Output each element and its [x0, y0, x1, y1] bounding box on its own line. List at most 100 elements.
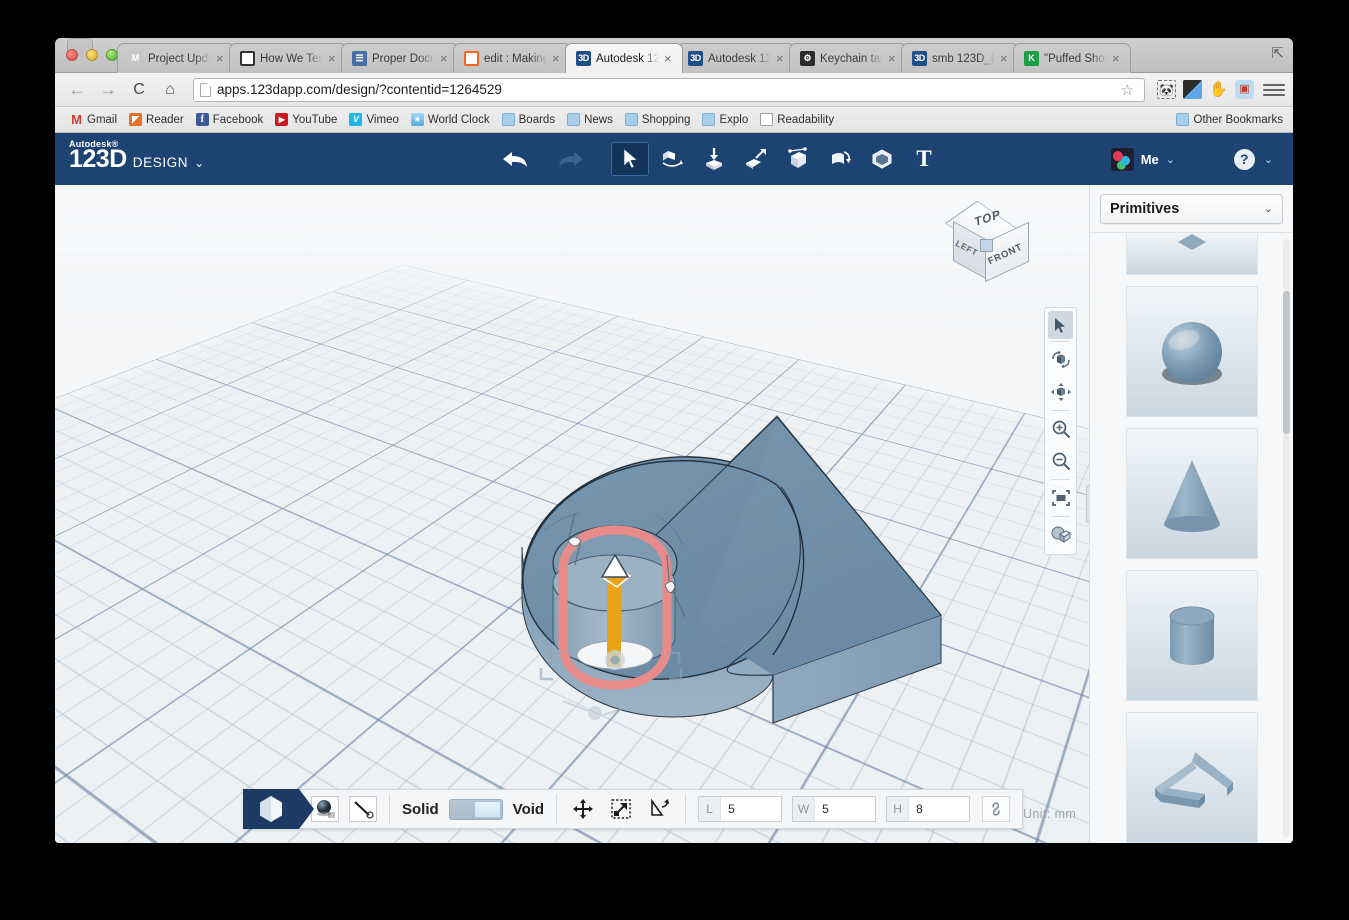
- forward-icon[interactable]: →: [94, 77, 122, 103]
- bookmark-item[interactable]: M Gmail: [64, 111, 123, 128]
- 3d-viewport[interactable]: TOP LEFT FRONT Solid Void L 5 W 5 H 8 Un…: [55, 185, 1089, 843]
- account-menu[interactable]: Me ⌄: [1110, 147, 1175, 171]
- browser-tab[interactable]: ● edit : Making ×: [453, 43, 571, 73]
- back-icon[interactable]: ←: [63, 77, 91, 103]
- zoom-out-tool[interactable]: [1045, 445, 1076, 477]
- gizmo-group: [557, 790, 685, 828]
- bookmark-item[interactable]: f Facebook: [190, 111, 270, 128]
- sphere-primitive-item[interactable]: [1125, 286, 1258, 418]
- construct-tool-button[interactable]: [779, 142, 817, 176]
- browser-tab[interactable]: ⚙ Keychain tag ×: [789, 43, 907, 73]
- zoom-in-tool[interactable]: [1045, 413, 1076, 445]
- box-primitive-item[interactable]: [1125, 233, 1258, 276]
- close-tab-icon[interactable]: ×: [216, 52, 227, 65]
- fit-view-tool[interactable]: [1045, 482, 1076, 514]
- orbit-tool[interactable]: [1045, 344, 1076, 376]
- close-tab-icon[interactable]: ×: [1112, 52, 1123, 65]
- move-gizmo-button[interactable]: [569, 795, 597, 823]
- sketch-tool-button[interactable]: [737, 142, 775, 176]
- line-style-button[interactable]: [349, 796, 377, 822]
- adblock-icon[interactable]: ✋: [1209, 80, 1228, 99]
- pan-tool[interactable]: [1045, 376, 1076, 408]
- close-tab-icon[interactable]: ×: [776, 52, 787, 65]
- bookmark-item[interactable]: ◤ Reader: [123, 111, 190, 128]
- bookmark-star-icon[interactable]: ☆: [1117, 81, 1138, 99]
- pocket-icon[interactable]: ▣: [1235, 80, 1254, 99]
- primitives-gallery[interactable]: [1090, 232, 1293, 843]
- browser-tab[interactable]: ☰ Proper Docu ×: [341, 43, 459, 73]
- browser-tab[interactable]: M Project Upda ×: [117, 43, 235, 73]
- transform-tool-button[interactable]: [653, 142, 691, 176]
- dimension-input-h[interactable]: H8: [886, 796, 971, 822]
- browser-tab[interactable]: 3D Autodesk 12 ×: [565, 43, 683, 73]
- close-tab-icon[interactable]: ×: [328, 52, 339, 65]
- app-logo[interactable]: Autodesk® 123D DESIGN ⌄: [69, 139, 204, 172]
- close-tab-icon[interactable]: ×: [664, 52, 675, 65]
- primitives-category-select[interactable]: Primitives ⌄: [1100, 193, 1283, 224]
- chrome-menu-icon[interactable]: [1263, 83, 1285, 96]
- autodesk-3d-icon: 3D: [912, 51, 927, 66]
- bottom-toolbar: Solid Void L 5 W 5 H 8: [243, 789, 1024, 829]
- bookmark-label: World Clock: [427, 113, 490, 126]
- tab-title: edit : Making: [484, 52, 547, 65]
- close-tab-icon[interactable]: ×: [888, 52, 899, 65]
- solid-void-toggle[interactable]: [448, 798, 503, 820]
- dimension-input-w[interactable]: W5: [792, 796, 877, 822]
- bookmark-item[interactable]: ▶ YouTube: [269, 111, 343, 128]
- rotate-gizmo-button[interactable]: [645, 795, 673, 823]
- other-bookmarks-button[interactable]: Other Bookmarks: [1175, 113, 1283, 126]
- wedge-primitive-item[interactable]: [1125, 712, 1258, 843]
- modify-tool-button[interactable]: [821, 142, 859, 176]
- model-geometry[interactable]: [55, 185, 1089, 823]
- circle-icon: ⓘ: [240, 51, 255, 66]
- select-arrow-tool[interactable]: [1048, 311, 1073, 339]
- view-cube[interactable]: TOP LEFT FRONT: [945, 199, 1033, 283]
- close-window-button[interactable]: [66, 49, 78, 61]
- pattern-tool-button[interactable]: [863, 142, 901, 176]
- fullscreen-icon[interactable]: ⇱: [1271, 46, 1284, 61]
- minimize-window-button[interactable]: [86, 49, 98, 61]
- bookmark-item[interactable]: Readability: [754, 111, 840, 128]
- rss-icon: ◤: [129, 113, 143, 126]
- link-chain-icon[interactable]: [982, 796, 1011, 822]
- text-tool-button[interactable]: T: [905, 142, 943, 176]
- evernote-icon[interactable]: 🐼: [1157, 80, 1176, 99]
- bookmark-item[interactable]: Shopping: [619, 111, 697, 128]
- close-tab-icon[interactable]: ×: [552, 52, 563, 65]
- wedge-icon: [1154, 751, 1233, 808]
- squares-extension-icon[interactable]: [1183, 80, 1202, 99]
- close-tab-icon[interactable]: ×: [440, 52, 451, 65]
- bookmark-label: Vimeo: [366, 113, 399, 126]
- browser-tab[interactable]: 3D smb 123D_D ×: [901, 43, 1019, 73]
- reload-icon[interactable]: C: [125, 77, 153, 103]
- gmail-icon: M: [71, 112, 82, 127]
- browser-tab[interactable]: K "Puffed Shog ×: [1013, 43, 1131, 73]
- bookmark-item[interactable]: V Vimeo: [343, 111, 404, 128]
- view-style-tool[interactable]: [1045, 519, 1076, 551]
- bookmark-item[interactable]: ☀ World Clock: [405, 111, 496, 128]
- gallery-scrollbar-thumb[interactable]: [1283, 291, 1290, 435]
- undo-arrow-icon[interactable]: [500, 148, 530, 170]
- cylinder-primitive-item[interactable]: [1125, 570, 1258, 702]
- primitives-tool-button[interactable]: [695, 142, 733, 176]
- folder-icon: [1175, 113, 1189, 126]
- close-tab-icon[interactable]: ×: [1000, 52, 1011, 65]
- cone-primitive-item[interactable]: [1125, 428, 1258, 560]
- material-swatch-button[interactable]: [311, 796, 339, 822]
- browser-tab[interactable]: 3D Autodesk 12 ×: [677, 43, 795, 73]
- address-bar[interactable]: apps.123dapp.com/design/?contentid=12645…: [193, 77, 1145, 102]
- chevron-down-icon[interactable]: ⌄: [194, 156, 204, 170]
- home-icon[interactable]: ⌂: [156, 77, 184, 103]
- redo-arrow-icon[interactable]: [556, 148, 586, 170]
- bookmark-item[interactable]: News: [561, 111, 619, 128]
- other-bookmarks-label: Other Bookmarks: [1193, 113, 1283, 126]
- select-tool-button[interactable]: [611, 142, 649, 176]
- scale-gizmo-button[interactable]: [607, 795, 635, 823]
- bookmark-item[interactable]: Explo: [696, 111, 754, 128]
- bookmark-item[interactable]: Boards: [496, 111, 561, 128]
- browser-tab[interactable]: ⓘ How We Test ×: [229, 43, 347, 73]
- view-cube-corner[interactable]: [980, 239, 993, 252]
- help-menu[interactable]: ? ⌄: [1233, 148, 1273, 170]
- dimension-input-l[interactable]: L5: [698, 796, 783, 822]
- primitive-mode-badge[interactable]: [243, 789, 314, 829]
